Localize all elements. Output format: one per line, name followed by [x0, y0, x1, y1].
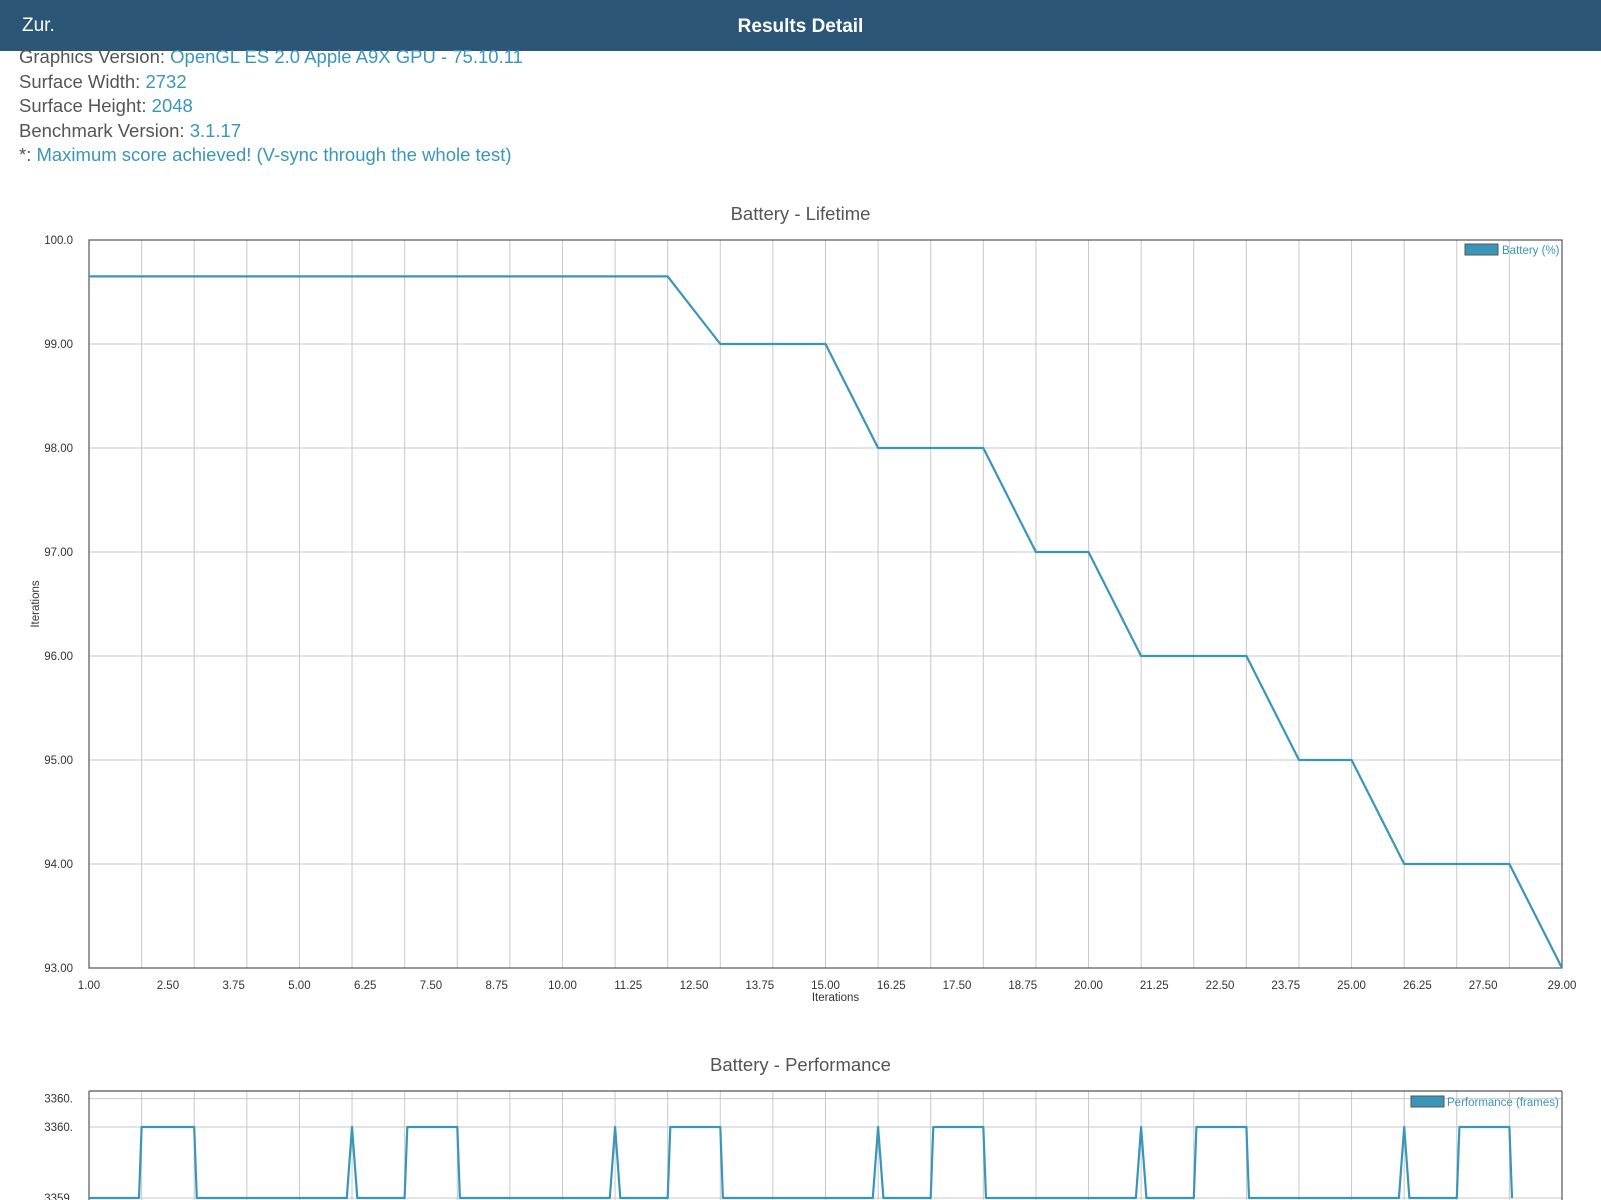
x-tick-label: 29.00 [1548, 980, 1577, 992]
y-tick-label: 96.00 [44, 651, 73, 663]
x-tick-label: 7.50 [420, 980, 442, 992]
x-tick-label: 16.25 [877, 980, 906, 992]
info-value: 2048 [151, 95, 193, 117]
x-tick-label: 10.00 [548, 980, 577, 992]
info-row-surface-height: Surface Height: 2048 [19, 94, 523, 119]
x-tick-label: 27.50 [1469, 980, 1498, 992]
info-label: Graphics Version: [19, 46, 171, 67]
info-row-benchmark-version: Benchmark Version: 3.1.17 [19, 119, 523, 144]
battery-performance-chart: 3360. 3360. 3359. Performance (frames) [44, 1090, 1563, 1200]
x-tick-label: 6.25 [354, 980, 376, 992]
x-tick-label: 3.75 [222, 980, 244, 992]
y-tick-label: 99.00 [44, 339, 73, 351]
y-tick-label: 97.00 [44, 547, 73, 559]
performance-chart-title: Battery - Performance [710, 1054, 891, 1075]
info-row-graphics-version: Graphics Version: OpenGL ES 2.0 Apple A9… [19, 45, 523, 70]
page-title: Results Detail [737, 16, 864, 37]
x-tick-label: 26.25 [1403, 980, 1432, 992]
x-tick-label: 11.25 [614, 980, 642, 992]
x-tick-label: 12.50 [680, 980, 709, 992]
y-tick-label: 100.0 [44, 235, 73, 247]
info-label: Benchmark Version: [19, 119, 190, 141]
legend-label: Battery (%) [1502, 245, 1560, 257]
x-tick-label: 25.00 [1337, 980, 1366, 992]
y-axis-label: Iterations [30, 580, 42, 628]
info-row-surface-width: Surface Width: 2732 [19, 70, 523, 95]
device-info: Graphics Version: OpenGL ES 2.0 Apple A9… [19, 45, 523, 168]
x-tick-label: 13.75 [745, 980, 774, 992]
info-value: OpenGL ES 2.0 Apple A9X GPU - 75.10.11 [170, 46, 523, 67]
y-tick-label: 3360. [44, 1122, 73, 1134]
x-axis-label: Iterations [812, 992, 860, 1004]
y-tick-label: 3360. [44, 1094, 73, 1106]
x-tick-label: 5.00 [288, 980, 310, 992]
info-value: 2732 [145, 70, 187, 92]
navigation-bar: Zur. Results Detail [0, 0, 1601, 51]
y-tick-label: 98.00 [44, 443, 73, 455]
x-tick-label: 1.00 [78, 980, 100, 992]
info-row-footnote: *: Maximum score achieved! (V-sync throu… [19, 143, 523, 168]
legend-label: Performance (frames) [1447, 1097, 1559, 1109]
x-tick-label: 8.75 [486, 980, 508, 992]
info-label: Surface Height: [19, 95, 152, 117]
x-tick-label: 17.50 [943, 980, 972, 992]
x-tick-label: 22.50 [1206, 980, 1235, 992]
info-label: Surface Width: [19, 70, 146, 92]
x-tick-label: 20.00 [1074, 980, 1103, 992]
x-tick-label: 2.50 [157, 980, 179, 992]
info-value: Maximum score achieved! (V-sync through … [36, 144, 512, 166]
x-tick-label: 21.25 [1140, 980, 1169, 992]
info-label: *: [19, 144, 37, 166]
y-tick-label: 94.00 [44, 859, 73, 871]
y-tick-label: 93.00 [44, 963, 73, 975]
y-tick-label: 95.00 [44, 755, 73, 767]
x-tick-label: 18.75 [1008, 980, 1037, 992]
legend-swatch [1464, 243, 1499, 256]
battery-lifetime-chart: 100.0 99.00 98.00 97.00 96.00 95.00 94.00 93.00… [30, 235, 1577, 1004]
lifetime-chart-title: Battery - Lifetime [730, 203, 871, 224]
legend-swatch [1410, 1095, 1445, 1108]
x-tick-label: 23.75 [1271, 980, 1300, 992]
info-value: 3.1.17 [189, 119, 242, 141]
y-tick-label: 3359. [44, 1193, 73, 1200]
x-tick-label: 15.00 [811, 980, 840, 992]
